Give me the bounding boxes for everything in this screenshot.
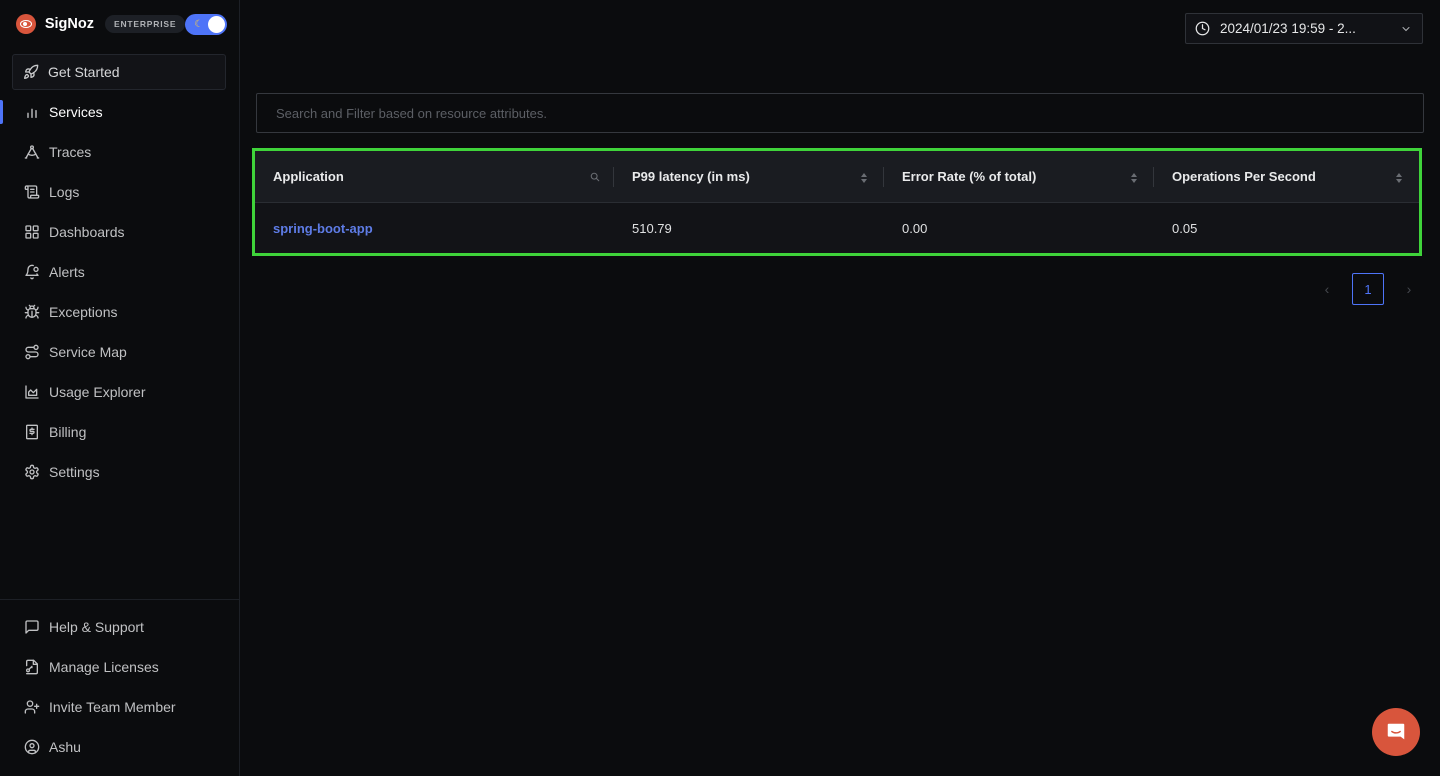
column-header-p99-latency[interactable]: P99 latency (in ms) — [614, 151, 884, 202]
sidebar-item-label: Ashu — [49, 739, 81, 755]
column-header-operations-per-second[interactable]: Operations Per Second — [1154, 151, 1419, 202]
get-started-label: Get Started — [48, 64, 120, 80]
cell-error-rate: 0.00 — [902, 220, 928, 236]
chat-icon — [1387, 723, 1405, 740]
sidebar-bottom-nav: Help & Support Manage Licenses Invite Te… — [0, 599, 240, 767]
route-icon — [25, 344, 39, 360]
sidebar-item-label: Logs — [49, 184, 80, 200]
grid-icon — [25, 225, 39, 239]
sidebar-item-invite-team-member[interactable]: Invite Team Member — [0, 687, 240, 727]
next-page-button[interactable]: › — [1393, 273, 1425, 305]
bug-icon — [24, 304, 40, 319]
sidebar-item-label: Billing — [49, 424, 87, 440]
sidebar-item-logs[interactable]: Logs — [0, 172, 240, 212]
sidebar-item-services[interactable]: Services — [0, 92, 240, 132]
bell-icon — [25, 264, 39, 280]
sidebar-item-label: Traces — [49, 144, 92, 160]
sidebar-item-label: Invite Team Member — [49, 699, 176, 715]
area-chart-icon — [25, 385, 39, 399]
sidebar-item-manage-licenses[interactable]: Manage Licenses — [0, 647, 240, 687]
sort-icon[interactable] — [1130, 172, 1138, 184]
brand-header: SigNoz ENTERPRISE ☾ — [16, 12, 227, 36]
pagination: ‹ 1 › — [1311, 273, 1425, 305]
cell-p99-latency: 510.79 — [632, 220, 672, 236]
prev-page-button[interactable]: ‹ — [1311, 273, 1343, 305]
moon-icon: ☾ — [194, 18, 204, 30]
chevron-down-icon — [1402, 27, 1410, 32]
sidebar-item-label: Alerts — [49, 264, 85, 280]
sidebar-item-label: Manage Licenses — [49, 659, 159, 675]
receipt-icon — [26, 424, 38, 440]
sidebar-item-label: Exceptions — [49, 304, 118, 320]
enterprise-badge: ENTERPRISE — [104, 15, 186, 33]
scroll-icon — [24, 185, 40, 199]
sidebar-item-settings[interactable]: Settings — [0, 452, 240, 492]
sort-icon[interactable] — [1395, 172, 1403, 184]
toggle-knob — [208, 15, 225, 33]
get-started-button[interactable]: Get Started — [12, 54, 226, 90]
user-circle-icon — [24, 739, 40, 755]
table-row[interactable]: spring-boot-app 510.79 0.00 0.05 — [255, 203, 1419, 253]
table-header: Application P99 latency (in ms) Error Ra… — [255, 151, 1419, 203]
column-search-icon[interactable] — [590, 172, 600, 182]
cell-application: spring-boot-app — [255, 203, 614, 253]
user-plus-icon — [24, 700, 40, 714]
sidebar-item-label: Service Map — [49, 344, 127, 360]
resource-attribute-search[interactable] — [256, 93, 1424, 133]
clock-icon — [1195, 21, 1210, 36]
sidebar-item-label: Usage Explorer — [49, 384, 146, 400]
sidebar-item-user-profile[interactable]: Ashu — [0, 727, 240, 767]
bar-chart-icon — [27, 108, 37, 118]
sidebar-item-traces[interactable]: Traces — [0, 132, 240, 172]
service-link[interactable]: spring-boot-app — [273, 221, 373, 236]
brand-name[interactable]: SigNoz — [45, 16, 94, 32]
sidebar-item-alerts[interactable]: Alerts — [0, 252, 240, 292]
sidebar-item-label: Dashboards — [49, 224, 125, 240]
main-content: 2024/01/23 19:59 - 2... Application P99 … — [241, 0, 1440, 776]
column-header-error-rate[interactable]: Error Rate (% of total) — [884, 151, 1154, 202]
chat-support-button[interactable] — [1372, 708, 1420, 756]
sidebar-item-label: Services — [49, 104, 103, 120]
sidebar-item-label: Settings — [49, 464, 100, 480]
search-input[interactable] — [276, 105, 1423, 121]
sidebar-nav: Services Traces Logs Dashboards Alerts E… — [0, 92, 240, 492]
theme-toggle[interactable]: ☾ — [185, 13, 227, 35]
page-1-button[interactable]: 1 — [1352, 273, 1384, 305]
sidebar-item-billing[interactable]: Billing — [0, 412, 240, 452]
draft-compass-icon — [24, 145, 40, 159]
gear-icon — [25, 464, 39, 480]
column-header-application[interactable]: Application — [255, 151, 614, 202]
sidebar-item-dashboards[interactable]: Dashboards — [0, 212, 240, 252]
sidebar-item-exceptions[interactable]: Exceptions — [0, 292, 240, 332]
rocket-icon — [24, 64, 39, 79]
file-key-icon — [26, 659, 38, 675]
sidebar-item-label: Help & Support — [49, 619, 144, 635]
signoz-logo-icon[interactable] — [16, 14, 36, 34]
cell-operations-per-second: 0.05 — [1172, 220, 1198, 236]
sidebar-item-usage-explorer[interactable]: Usage Explorer — [0, 372, 240, 412]
sidebar-item-service-map[interactable]: Service Map — [0, 332, 240, 372]
time-range-picker[interactable]: 2024/01/23 19:59 - 2... — [1185, 13, 1423, 44]
services-table: Application P99 latency (in ms) Error Ra… — [252, 148, 1422, 256]
time-range-value: 2024/01/23 19:59 - 2... — [1220, 21, 1356, 36]
sort-icon[interactable] — [860, 172, 868, 184]
message-square-icon — [25, 620, 39, 634]
sidebar-item-help-support[interactable]: Help & Support — [0, 607, 240, 647]
sidebar: SigNoz ENTERPRISE ☾ Get Started Services… — [0, 0, 240, 776]
